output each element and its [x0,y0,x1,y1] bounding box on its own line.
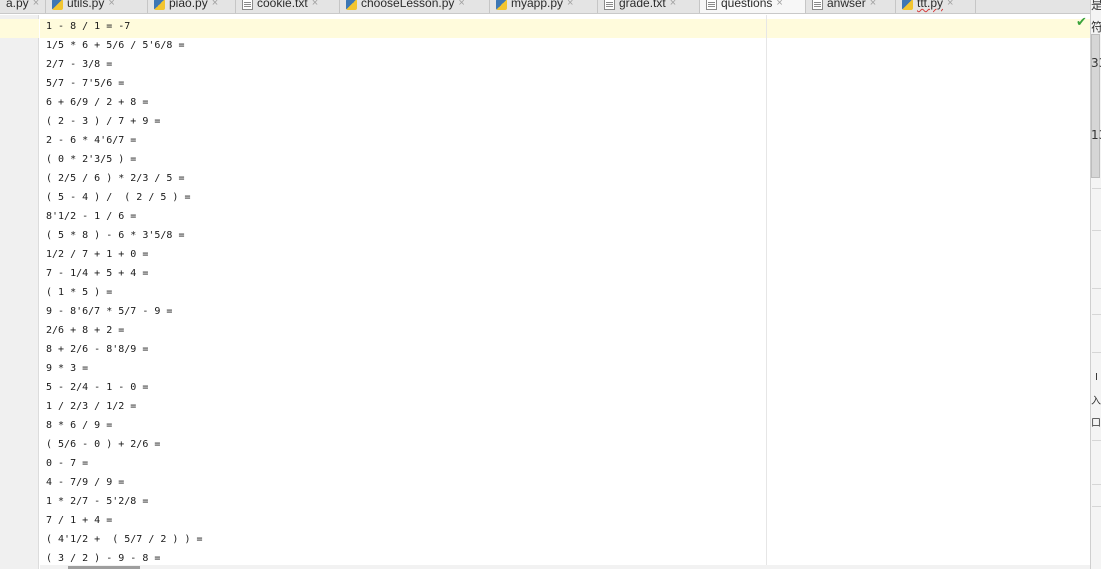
code-line[interactable]: 1 / 2/3 / 1/2 = [46,401,203,420]
close-icon[interactable]: × [870,0,876,9]
panel-divider [1092,314,1101,315]
tab-label: a.py [6,0,29,10]
python-file-icon [52,0,63,10]
panel-divider [1092,440,1101,441]
python-file-icon [902,0,913,10]
tab-label: piao.py [169,0,208,10]
tab-a-py[interactable]: a.py × [0,0,46,13]
code-line[interactable]: ( 4'1/2 + ( 5/7 / 2 ) ) = [46,534,203,553]
panel-divider [1092,484,1101,485]
code-line[interactable]: 6 + 6/9 / 2 + 8 = [46,97,203,116]
right-side-panel: 是 符 33 13 Ⅰ 入 口 [1090,0,1101,569]
tab-label: utils.py [67,0,105,10]
current-line-gutter-highlight [0,19,39,38]
panel-divider [1092,352,1101,353]
tab-piao-py[interactable]: piao.py × [148,0,236,13]
python-file-icon [346,0,357,10]
code-line[interactable]: 8'1/2 - 1 / 6 = [46,211,203,230]
tab-utils-py[interactable]: utils.py × [46,0,148,13]
code-line[interactable]: ( 1 * 5 ) = [46,287,203,306]
panel-fragment: 13 [1091,128,1101,142]
code-line[interactable]: 9 - 8'6/7 * 5/7 - 9 = [46,306,203,325]
code-content[interactable]: 1 - 8 / 1 = -7 1/5 * 6 + 5/6 / 5'6/8 = 2/7… [46,21,203,569]
close-icon[interactable]: × [312,0,318,9]
close-icon[interactable]: × [33,0,39,9]
text-file-icon [604,0,615,10]
code-line[interactable]: 7 / 1 + 4 = [46,515,203,534]
code-line[interactable]: 8 + 2/6 - 8'8/9 = [46,344,203,363]
right-margin-guide [766,15,767,569]
code-line[interactable]: 2 - 6 * 4'6/7 = [46,135,203,154]
tab-myapp-py[interactable]: myapp.py × [490,0,598,13]
panel-fragment: 口 [1091,418,1101,429]
text-file-icon [706,0,717,10]
tab-label: chooseLesson.py [361,0,455,10]
code-line[interactable]: 1/2 / 7 + 1 + 0 = [46,249,203,268]
code-line[interactable]: ( 5 - 4 ) / ( 2 / 5 ) = [46,192,203,211]
code-line[interactable]: ( 2 - 3 ) / 7 + 9 = [46,116,203,135]
editor-tab-bar: a.py × utils.py × piao.py × cookie.txt × chooseL… [0,0,1090,14]
panel-fragment: 入 [1091,396,1101,407]
close-icon[interactable]: × [212,0,218,9]
code-line[interactable]: 2/6 + 8 + 2 = [46,325,203,344]
code-line[interactable]: 9 * 3 = [46,363,203,382]
close-icon[interactable]: × [947,0,953,9]
code-line[interactable]: 0 - 7 = [46,458,203,477]
tab-chooselesson-py[interactable]: chooseLesson.py × [340,0,490,13]
tab-label: ttt.py [917,0,944,10]
panel-divider [1092,230,1101,231]
close-icon[interactable]: × [670,0,676,9]
code-line[interactable]: 5/7 - 7'5/6 = [46,78,203,97]
code-line[interactable]: 2/7 - 3/8 = [46,59,203,78]
code-line[interactable]: ( 5 * 8 ) - 6 * 3'5/8 = [46,230,203,249]
panel-fragment: 是 [1091,0,1101,13]
code-line[interactable]: ( 0 * 2'3/5 ) = [46,154,203,173]
close-icon[interactable]: × [567,0,573,9]
code-line[interactable]: ( 5/6 - 0 ) + 2/6 = [46,439,203,458]
panel-fragment: 33 [1091,56,1101,70]
code-line[interactable]: 1/5 * 6 + 5/6 / 5'6/8 = [46,40,203,59]
code-line[interactable]: ( 2/5 / 6 ) * 2/3 / 5 = [46,173,203,192]
panel-divider [1092,288,1101,289]
tab-ttt-py[interactable]: ttt.py × [896,0,976,13]
tab-grade-txt[interactable]: grade.txt × [598,0,700,13]
code-line[interactable]: 8 * 6 / 9 = [46,420,203,439]
inspection-ok-icon[interactable]: ✔ [1076,15,1087,30]
panel-divider [1092,506,1101,507]
tab-questions[interactable]: questions × [700,0,806,13]
code-line[interactable]: 4 - 7/9 / 9 = [46,477,203,496]
text-file-icon [812,0,823,10]
line-gutter[interactable] [0,15,39,569]
code-editor[interactable]: 1 - 8 / 1 = -7 1/5 * 6 + 5/6 / 5'6/8 = 2/7… [0,15,1090,569]
panel-divider [1092,188,1101,189]
python-file-icon [154,0,165,10]
code-line[interactable]: 1 * 2/7 - 5'2/8 = [46,496,203,515]
code-line[interactable]: 7 - 1/4 + 5 + 4 = [46,268,203,287]
panel-fragment: 符 [1091,18,1101,35]
tab-label: questions [721,0,773,10]
python-file-icon [496,0,507,10]
tab-label: cookie.txt [257,0,308,10]
tab-label: grade.txt [619,0,666,10]
horizontal-scrollbar[interactable] [40,565,1090,569]
text-file-icon [242,0,253,10]
code-line[interactable]: 5 - 2/4 - 1 - 0 = [46,382,203,401]
panel-fragment: Ⅰ [1095,372,1098,383]
close-icon[interactable]: × [776,0,782,9]
tab-anwser[interactable]: anwser × [806,0,896,13]
close-icon[interactable]: × [108,0,114,9]
tab-cookie-txt[interactable]: cookie.txt × [236,0,340,13]
code-line[interactable]: 1 - 8 / 1 = -7 [46,21,203,40]
tab-label: anwser [827,0,866,10]
close-icon[interactable]: × [458,0,464,9]
tab-label: myapp.py [511,0,564,10]
